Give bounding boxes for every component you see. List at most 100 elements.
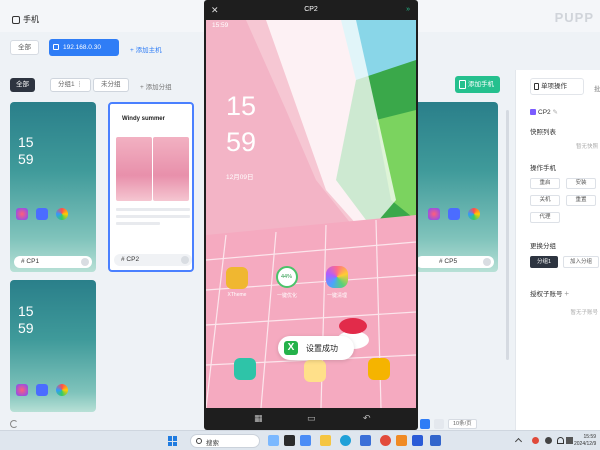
shortcuts-title: 快照列表 — [530, 129, 556, 136]
shutdown-button[interactable]: 关机 — [530, 195, 560, 206]
app-icon — [56, 208, 68, 220]
proxy-button[interactable]: 代理 — [530, 212, 560, 223]
all-hosts-button[interactable]: 全部 — [10, 40, 39, 55]
windows-taskbar: 搜索 15:59 2024/12/9 — [0, 430, 600, 450]
tab-batch-operation[interactable]: 批 — [594, 83, 600, 93]
selected-device-name: CP2 — [538, 109, 551, 116]
add-phone-button[interactable]: 添加手机 — [455, 76, 500, 93]
brand-logo: PUPP — [554, 10, 594, 25]
xtheme-toast-icon: X — [284, 341, 298, 355]
current-group-button[interactable]: 分组1 — [530, 256, 558, 268]
app-taskbar-icon[interactable] — [284, 435, 295, 446]
ops-title: 操作手机 — [530, 165, 556, 172]
refresh-icon[interactable] — [10, 420, 18, 428]
selected-device: CP2 ✎ — [530, 108, 558, 116]
app-taskbar-icon[interactable] — [360, 435, 371, 446]
app-title-text: 手机 — [23, 15, 39, 24]
host-ip: 192.168.0.30 — [63, 44, 101, 51]
tray-app-icon[interactable] — [545, 437, 552, 444]
cleaner-app-icon[interactable] — [326, 266, 348, 288]
card-label-text: # CP2 — [121, 256, 140, 263]
dock-app-icon[interactable] — [234, 358, 256, 380]
add-phone-label: 添加手机 — [468, 81, 494, 88]
success-toast: X 设置成功 — [278, 336, 354, 360]
phone-plus-icon — [459, 80, 466, 89]
per-page-select[interactable]: 10条/页 — [448, 419, 477, 429]
tab-single-operation[interactable]: 单项操作 — [530, 78, 584, 95]
windows-start-icon[interactable] — [168, 436, 178, 446]
add-group-button[interactable]: + 添加分组 — [140, 81, 172, 91]
card-minute: 59 — [18, 151, 34, 167]
card-settings-icon[interactable] — [181, 256, 189, 264]
dock-app-icon[interactable] — [368, 358, 390, 380]
task-view-icon[interactable] — [268, 435, 279, 446]
sub-account-title-text: 授权子账号 — [530, 291, 563, 298]
optimize-app-icon[interactable]: 44% — [276, 266, 298, 288]
phone-icon — [12, 15, 20, 24]
phone-viewer-title: CP2 — [304, 6, 318, 13]
device-icon — [530, 109, 536, 115]
xtheme-app-icon[interactable] — [226, 267, 248, 289]
card-label[interactable]: # CP1 — [14, 256, 92, 268]
chrome-icon[interactable] — [380, 435, 391, 446]
card-settings-icon[interactable] — [81, 258, 89, 266]
page-1-button[interactable] — [420, 419, 430, 429]
group1-label: 分组1 — [58, 81, 75, 88]
app-taskbar-icon[interactable] — [396, 435, 407, 446]
search-icon — [196, 438, 202, 444]
app-taskbar-icon[interactable] — [412, 435, 423, 446]
menu-grid-icon[interactable]: ▦ — [254, 413, 263, 423]
join-group-button[interactable]: 加入分组 — [563, 256, 599, 268]
card-app-title: Windy summer — [122, 116, 165, 122]
volume-icon[interactable] — [566, 437, 573, 444]
card-hour: 15 — [18, 134, 34, 150]
phone-card-cp2[interactable]: Windy summer # CP2 — [108, 102, 194, 272]
phone-nav-bar: ▦ ▭ ↶ — [206, 408, 416, 428]
phone-card-cp5[interactable]: # CP5 — [412, 102, 498, 272]
host-icon — [53, 44, 59, 50]
add-sub-account-icon[interactable]: + — [564, 289, 569, 298]
group-all-button[interactable]: 全部 — [10, 78, 35, 92]
xtheme-app-label: XTheme — [227, 292, 247, 298]
app-icon — [56, 384, 68, 396]
status-time: 15:59 — [212, 22, 229, 29]
taskbar-search[interactable]: 搜索 — [190, 434, 260, 448]
install-button[interactable]: 安装 — [566, 178, 596, 189]
phone-card-bottom[interactable]: 15 59 — [10, 280, 96, 412]
edge-icon[interactable] — [340, 435, 351, 446]
next-page-button[interactable] — [434, 419, 444, 429]
cleaner-app-label: 一键清理 — [326, 293, 347, 299]
expand-icon[interactable]: » — [406, 3, 410, 17]
app-icon — [448, 208, 460, 220]
ungrouped-chip[interactable]: 未分组 — [93, 78, 129, 92]
dock-app-icon[interactable] — [304, 360, 326, 382]
home-icon[interactable]: ▭ — [307, 413, 316, 423]
card-label[interactable]: # CP2 — [114, 254, 192, 266]
card-apps — [418, 208, 480, 220]
app-icon — [36, 208, 48, 220]
group1-chip[interactable]: 分组1 ⋮ — [50, 78, 91, 92]
list-scrollbar[interactable] — [506, 110, 509, 360]
phone-screen[interactable]: 15:59 15 59 12月09日 XTheme 44% 一键优化 一键清理 … — [206, 20, 416, 408]
edit-icon[interactable]: ✎ — [552, 109, 557, 116]
lock-clock-minute: 59 — [226, 127, 257, 157]
host-chip-selected[interactable]: 192.168.0.30 — [49, 39, 119, 56]
phone-card-cp1[interactable]: 15 59 # CP1 — [10, 102, 96, 272]
sub-account-title: 授权子账号 + — [530, 288, 569, 298]
close-icon[interactable]: ✕ — [211, 3, 219, 17]
taskbar-clock[interactable]: 15:59 2024/12/9 — [574, 434, 596, 448]
reboot-button[interactable]: 重启 — [530, 178, 560, 189]
tray-expand-icon[interactable] — [514, 437, 523, 446]
app-icon — [16, 384, 28, 396]
tray-app-icon[interactable] — [532, 437, 539, 444]
wifi-icon[interactable] — [557, 437, 564, 444]
card-settings-icon[interactable] — [483, 258, 491, 266]
change-group-title: 更换分组 — [530, 243, 556, 250]
app-taskbar-icon[interactable] — [430, 435, 441, 446]
add-host-button[interactable]: + 添加主机 — [130, 44, 162, 54]
reset-button[interactable]: 重置 — [566, 195, 596, 206]
file-explorer-icon[interactable] — [320, 435, 331, 446]
card-label[interactable]: # CP5 — [416, 256, 494, 268]
back-icon[interactable]: ↶ — [363, 413, 371, 423]
app-taskbar-icon[interactable] — [300, 435, 311, 446]
